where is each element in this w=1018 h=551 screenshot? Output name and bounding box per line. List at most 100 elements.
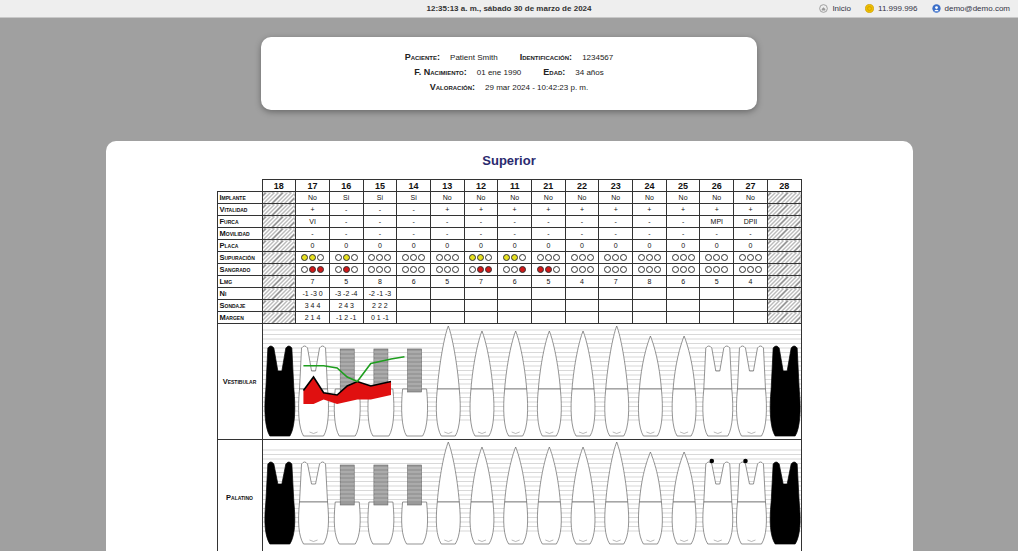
site-dot[interactable] [309, 254, 316, 261]
value-cell[interactable]: + [734, 204, 768, 216]
tooth-number[interactable]: 16 [329, 180, 363, 192]
value-cell[interactable] [700, 312, 734, 324]
site-dot[interactable] [680, 266, 687, 273]
value-cell[interactable] [430, 312, 464, 324]
site-dot[interactable] [638, 266, 645, 273]
site-dot[interactable] [612, 266, 619, 273]
value-cell[interactable]: 8 [363, 276, 397, 288]
value-cell[interactable]: 0 [666, 240, 700, 252]
site-dot[interactable] [713, 254, 720, 261]
tooth-implant[interactable] [401, 349, 427, 436]
value-cell[interactable]: 0 [734, 240, 768, 252]
value-cell[interactable] [565, 300, 599, 312]
dots-cell[interactable] [734, 252, 768, 264]
tooth-incisor[interactable] [470, 447, 494, 544]
tooth-number[interactable]: 18 [262, 180, 296, 192]
value-cell[interactable]: 2 1 4 [296, 312, 330, 324]
value-cell[interactable]: 6 [498, 276, 532, 288]
value-cell[interactable]: - [666, 228, 700, 240]
site-dot[interactable] [485, 266, 492, 273]
site-dot[interactable] [301, 254, 308, 261]
site-dot[interactable] [739, 266, 746, 273]
value-cell[interactable]: 7 [599, 276, 633, 288]
tooth-number[interactable]: 25 [666, 180, 700, 192]
site-dot[interactable] [537, 254, 544, 261]
tooth-premolar[interactable] [638, 452, 662, 544]
tooth-number[interactable]: 22 [565, 180, 599, 192]
site-dot[interactable] [384, 254, 391, 261]
value-cell[interactable]: - [565, 228, 599, 240]
site-dot[interactable] [579, 266, 586, 273]
dots-cell[interactable] [397, 252, 431, 264]
site-dot[interactable] [553, 266, 560, 273]
value-cell[interactable]: + [700, 204, 734, 216]
tooth-molar[interactable] [702, 346, 732, 436]
value-cell[interactable]: 5 [430, 276, 464, 288]
site-dot[interactable] [721, 266, 728, 273]
credits-link[interactable]: 11.999.996 [865, 4, 917, 13]
tooth-number[interactable]: 13 [430, 180, 464, 192]
value-cell[interactable]: Si [397, 192, 431, 204]
site-dot[interactable] [477, 266, 484, 273]
dots-cell[interactable] [329, 252, 363, 264]
value-cell[interactable]: 0 [296, 240, 330, 252]
site-dot[interactable] [587, 266, 594, 273]
value-cell[interactable]: -1 -3 0 [296, 288, 330, 300]
site-dot[interactable] [368, 266, 375, 273]
dots-cell[interactable] [498, 252, 532, 264]
tooth-number[interactable]: 12 [464, 180, 498, 192]
site-dot[interactable] [376, 266, 383, 273]
value-cell[interactable]: - [532, 228, 566, 240]
value-cell[interactable]: - [599, 216, 633, 228]
value-cell[interactable]: No [565, 192, 599, 204]
dots-cell[interactable] [363, 264, 397, 276]
site-dot[interactable] [444, 254, 451, 261]
tooth-missing[interactable] [264, 346, 294, 436]
site-dot[interactable] [485, 254, 492, 261]
dots-cell[interactable] [430, 252, 464, 264]
site-dot[interactable] [376, 254, 383, 261]
site-dot[interactable] [503, 254, 510, 261]
tooth-number[interactable]: 17 [296, 180, 330, 192]
value-cell[interactable]: - [397, 228, 431, 240]
value-cell[interactable] [397, 312, 431, 324]
site-dot[interactable] [612, 254, 619, 261]
tooth-incisor[interactable] [571, 331, 595, 436]
value-cell[interactable] [498, 300, 532, 312]
value-cell[interactable]: VI [296, 216, 330, 228]
value-cell[interactable]: 4 [565, 276, 599, 288]
value-cell[interactable]: 3 4 4 [296, 300, 330, 312]
value-cell[interactable]: - [633, 228, 667, 240]
value-cell[interactable]: - [363, 204, 397, 216]
value-cell[interactable] [397, 288, 431, 300]
site-dot[interactable] [604, 266, 611, 273]
tooth-missing[interactable] [770, 346, 800, 436]
value-cell[interactable] [565, 288, 599, 300]
value-cell[interactable]: 0 [565, 240, 599, 252]
site-dot[interactable] [301, 266, 308, 273]
site-dot[interactable] [309, 266, 316, 273]
site-dot[interactable] [721, 254, 728, 261]
site-dot[interactable] [317, 254, 324, 261]
value-cell[interactable] [464, 312, 498, 324]
dots-cell[interactable] [464, 264, 498, 276]
value-cell[interactable]: - [329, 204, 363, 216]
site-dot[interactable] [587, 254, 594, 261]
site-dot[interactable] [545, 266, 552, 273]
dots-cell[interactable] [666, 252, 700, 264]
site-dot[interactable] [545, 254, 552, 261]
value-cell[interactable]: + [464, 204, 498, 216]
value-cell[interactable]: 7 [296, 276, 330, 288]
site-dot[interactable] [477, 254, 484, 261]
tooth-molar[interactable] [298, 462, 328, 544]
dots-cell[interactable] [296, 252, 330, 264]
value-cell[interactable]: No [633, 192, 667, 204]
value-cell[interactable]: - [363, 216, 397, 228]
tooth-canine[interactable] [436, 442, 460, 544]
value-cell[interactable]: No [700, 192, 734, 204]
value-cell[interactable] [734, 300, 768, 312]
site-dot[interactable] [418, 266, 425, 273]
value-cell[interactable]: 2 2 2 [363, 300, 397, 312]
dots-cell[interactable] [565, 252, 599, 264]
site-dot[interactable] [571, 266, 578, 273]
